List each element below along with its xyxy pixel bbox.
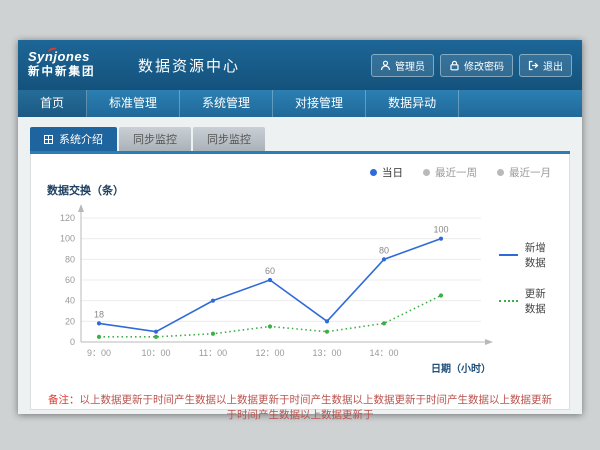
filter-label: 最近一月: [509, 165, 551, 180]
chart-panel: 当日 最近一周 最近一月 数据交换（条） 0 20 40 60 80 100 120 9：00 10…: [30, 154, 570, 410]
admin-button-label: 管理员: [395, 58, 425, 73]
chart-filter-1[interactable]: 当日: [370, 164, 403, 180]
y-axis-label: 数据交换（条）: [47, 182, 555, 198]
series-1: 18 60 80 100: [94, 225, 449, 334]
nav-item-1[interactable]: 首页: [18, 90, 87, 117]
data-point: [382, 257, 386, 261]
logout-icon: [528, 60, 539, 71]
chart-filter-3[interactable]: 最近一月: [497, 164, 551, 180]
change-password-button-label: 修改密码: [464, 58, 504, 73]
nav-item-4[interactable]: 对接管理: [273, 90, 366, 117]
tab-label: 同步监控: [207, 131, 251, 147]
svg-text:10：00: 10：00: [141, 348, 170, 358]
tab-3[interactable]: 同步监控: [193, 127, 265, 151]
legend-dot-icon: [423, 169, 430, 176]
footnote-label: 备注：: [48, 394, 80, 406]
svg-text:13：00: 13：00: [312, 348, 341, 358]
nav-item-2[interactable]: 标准管理: [87, 90, 180, 117]
gridlines: [81, 218, 481, 321]
admin-button[interactable]: 管理员: [371, 54, 434, 77]
key-icon: [449, 60, 460, 71]
svg-text:40: 40: [65, 296, 75, 306]
series-line-sample-icon: [499, 254, 518, 256]
tab-label: 系统介绍: [59, 131, 103, 147]
logo-brand-text: Synjones: [28, 50, 124, 65]
data-point: [325, 319, 329, 323]
legend-dot-icon: [370, 169, 377, 176]
axes: [78, 204, 493, 345]
series-name: 新增数据: [525, 240, 555, 270]
data-point: [268, 278, 272, 282]
data-point: [439, 293, 443, 297]
chart-filter-legend: 当日 最近一周 最近一月: [45, 164, 555, 180]
tab-1[interactable]: 系统介绍: [30, 127, 117, 151]
x-axis: 9：00 10：00 11：00 12：00 13：00 14：00: [87, 348, 399, 358]
series-legend: 新增数据更新数据: [499, 240, 555, 316]
app-header: Synjones 新中新集团 数据资源中心 管理员 修改密码: [18, 40, 582, 90]
line-chart-svg: 0 20 40 60 80 100 120 9：00 10：00 11：00 12：00 13：00 1…: [45, 200, 497, 382]
chart-filter-2[interactable]: 最近一周: [423, 164, 477, 180]
change-password-button[interactable]: 修改密码: [440, 54, 513, 77]
svg-text:11：00: 11：00: [199, 348, 227, 358]
svg-text:100: 100: [60, 234, 75, 244]
svg-text:60: 60: [65, 275, 75, 285]
data-point: [268, 324, 272, 328]
tab-bar: 系统介绍 同步监控 同步监控: [30, 127, 570, 151]
svg-text:60: 60: [265, 266, 275, 276]
chart-zone: 0 20 40 60 80 100 120 9：00 10：00 11：00 12：00 13：00 1…: [45, 200, 555, 382]
data-point: [97, 335, 101, 339]
filter-label: 最近一周: [435, 165, 477, 180]
svg-text:100: 100: [433, 225, 448, 235]
logout-button-label: 退出: [543, 58, 563, 73]
legend-dot-icon: [497, 169, 504, 176]
data-point: [325, 330, 329, 334]
footnote: 备注：以上数据更新于时间产生数据以上数据更新于时间产生数据以上数据更新于时间产生…: [45, 392, 555, 422]
series-line-sample-icon: [499, 300, 518, 302]
svg-text:18: 18: [94, 309, 104, 319]
svg-text:80: 80: [65, 254, 75, 264]
footnote-text: 以上数据更新于时间产生数据以上数据更新于时间产生数据以上数据更新于时间产生数据以…: [80, 394, 553, 421]
nav-item-5[interactable]: 数据异动: [366, 90, 459, 117]
nav-menu: 首页标准管理系统管理对接管理数据异动: [18, 90, 582, 117]
data-point: [439, 237, 443, 241]
svg-text:0: 0: [70, 337, 75, 347]
series-legend-item-1: 新增数据: [499, 240, 555, 270]
y-axis: 0 20 40 60 80 100 120: [60, 213, 75, 347]
svg-text:120: 120: [60, 213, 75, 223]
content-area: 系统介绍 同步监控 同步监控 当日 最近一周 最近一月 数据交换（条） 0 20 40 60 8…: [18, 117, 582, 414]
svg-text:12：00: 12：00: [255, 348, 284, 358]
app-window: Synjones 新中新集团 数据资源中心 管理员 修改密码: [18, 40, 582, 414]
brand-logo: Synjones 新中新集团: [28, 50, 124, 79]
svg-text:14：00: 14：00: [369, 348, 398, 358]
series-name: 更新数据: [525, 286, 555, 316]
series-legend-item-2: 更新数据: [499, 286, 555, 316]
tab-2[interactable]: 同步监控: [119, 127, 191, 151]
page-title: 数据资源中心: [138, 55, 371, 76]
svg-text:9：00: 9：00: [87, 348, 111, 358]
x-axis-label: 日期（小时）: [431, 362, 491, 375]
user-icon: [380, 60, 391, 71]
data-point: [154, 330, 158, 334]
svg-text:20: 20: [65, 316, 75, 326]
data-point: [97, 321, 101, 325]
nav-item-3[interactable]: 系统管理: [180, 90, 273, 117]
tab-label: 同步监控: [133, 131, 177, 147]
data-point: [382, 321, 386, 325]
logo-company-text: 新中新集团: [28, 66, 124, 79]
filter-label: 当日: [382, 165, 403, 180]
data-point: [154, 335, 158, 339]
data-point: [211, 299, 215, 303]
svg-text:80: 80: [379, 245, 389, 255]
tab-grid-icon: [44, 135, 53, 144]
logout-button[interactable]: 退出: [519, 54, 572, 77]
user-actions: 管理员 修改密码 退出: [371, 54, 572, 77]
data-point: [211, 332, 215, 336]
